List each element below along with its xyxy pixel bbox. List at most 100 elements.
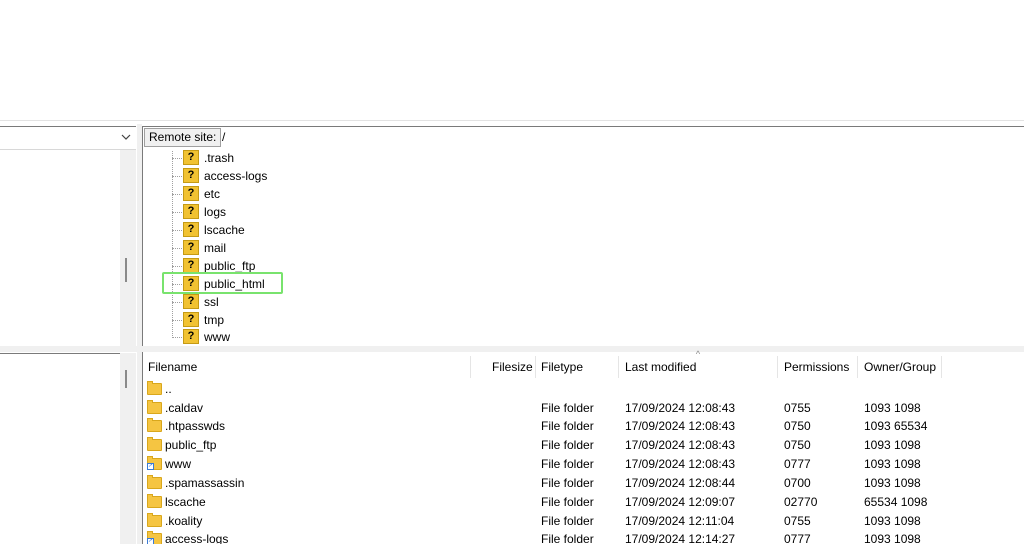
file-permissions: 0777	[784, 457, 811, 471]
file-name: access-logs	[165, 532, 229, 544]
file-row[interactable]: .caldav File folder 17/09/2024 12:08:43 …	[142, 399, 1024, 418]
tree-connector	[172, 248, 182, 249]
tree-item-label: lscache	[204, 223, 245, 237]
file-row[interactable]: ↗ www File folder 17/09/2024 12:08:43 07…	[142, 455, 1024, 474]
folder-icon	[147, 400, 162, 414]
remote-site-label: Remote site:	[144, 128, 222, 147]
file-row[interactable]: .spamassassin File folder 17/09/2024 12:…	[142, 474, 1024, 493]
file-owner: 1093 1098	[864, 438, 921, 452]
remote-site-path-input[interactable]: /	[222, 129, 1002, 145]
file-row[interactable]: lscache File folder 17/09/2024 12:09:07 …	[142, 493, 1024, 512]
file-row-parent[interactable]: ..	[142, 380, 1024, 399]
tree-connector	[172, 266, 182, 267]
file-permissions: 0750	[784, 438, 811, 452]
local-tree-scrollbar[interactable]	[120, 150, 136, 346]
file-modified: 17/09/2024 12:14:27	[625, 532, 736, 544]
file-owner: 65534 1098	[864, 495, 928, 509]
tree-item-label: tmp	[204, 313, 225, 327]
file-type: File folder	[541, 401, 594, 415]
tree-connector	[172, 151, 173, 338]
scrollbar-thumb[interactable]	[125, 370, 127, 388]
file-modified: 17/09/2024 12:08:43	[625, 457, 736, 471]
column-header-filesize[interactable]: Filesize	[492, 354, 533, 378]
local-directory-tree[interactable]	[0, 150, 120, 345]
unknown-folder-icon: ?	[183, 258, 199, 273]
unknown-folder-icon: ?	[183, 150, 199, 165]
file-name: .koality	[165, 514, 203, 528]
unknown-folder-icon: ?	[183, 222, 199, 237]
file-permissions: 0755	[784, 401, 811, 415]
file-owner: 1093 1098	[864, 514, 921, 528]
file-type: File folder	[541, 532, 594, 544]
scrollbar-thumb[interactable]	[125, 258, 127, 282]
file-owner: 1093 65534	[864, 419, 928, 433]
divider	[0, 120, 1024, 121]
column-divider[interactable]	[470, 356, 471, 378]
local-list-scrollbar[interactable]	[120, 353, 136, 544]
tree-item-label: mail	[204, 241, 227, 255]
highlight-annotation	[162, 272, 283, 294]
unknown-folder-icon: ?	[183, 204, 199, 219]
chevron-down-icon[interactable]	[118, 128, 134, 146]
file-owner: 1093 1098	[864, 532, 921, 544]
file-name: .caldav	[165, 401, 204, 415]
file-name: public_ftp	[165, 438, 217, 452]
column-divider[interactable]	[618, 356, 619, 378]
sort-ascending-icon: ^	[695, 349, 701, 359]
folder-icon	[147, 437, 162, 451]
folder-icon	[147, 494, 162, 508]
file-permissions: 0700	[784, 476, 811, 490]
folder-link-icon: ↗	[147, 531, 162, 544]
file-type: File folder	[541, 457, 594, 471]
file-permissions: 0755	[784, 514, 811, 528]
column-header-last-modified[interactable]: Last modified	[625, 354, 696, 378]
column-header-filename[interactable]: Filename	[148, 354, 197, 378]
column-header-permissions[interactable]: Permissions	[784, 354, 849, 378]
file-type: File folder	[541, 514, 594, 528]
column-divider[interactable]	[857, 356, 858, 378]
tree-item-label: .trash	[204, 151, 235, 165]
tree-connector	[172, 320, 182, 321]
file-name: lscache	[165, 495, 206, 509]
unknown-folder-icon: ?	[183, 168, 199, 183]
column-divider[interactable]	[535, 356, 536, 378]
file-row[interactable]: public_ftp File folder 17/09/2024 12:08:…	[142, 436, 1024, 455]
tree-connector	[172, 158, 182, 159]
file-permissions: 0750	[784, 419, 811, 433]
column-divider[interactable]	[941, 356, 942, 378]
column-divider[interactable]	[777, 356, 778, 378]
tree-item-label: access-logs	[204, 169, 268, 183]
column-header-filetype[interactable]: Filetype	[541, 354, 583, 378]
tree-connector	[172, 302, 182, 303]
unknown-folder-icon: ?	[183, 240, 199, 255]
local-site-path-input[interactable]	[0, 126, 136, 150]
tree-connector	[172, 230, 182, 231]
file-type: File folder	[541, 438, 594, 452]
local-file-list[interactable]	[0, 353, 120, 545]
remote-directory-tree[interactable]	[142, 148, 1024, 346]
tree-connector	[172, 337, 182, 338]
file-name: www	[165, 457, 191, 471]
tree-connector	[172, 212, 182, 213]
file-name: ..	[165, 382, 172, 396]
tree-item-label: logs	[204, 205, 227, 219]
folder-icon	[147, 381, 162, 395]
column-header-owner-group[interactable]: Owner/Group	[864, 354, 936, 378]
folder-icon	[147, 513, 162, 527]
unknown-folder-icon: ?	[183, 312, 199, 327]
file-type: File folder	[541, 476, 594, 490]
file-modified: 17/09/2024 12:11:04	[625, 514, 735, 528]
file-permissions: 02770	[784, 495, 818, 509]
folder-icon	[147, 418, 162, 432]
file-row[interactable]: .htpasswds File folder 17/09/2024 12:08:…	[142, 417, 1024, 436]
file-row[interactable]: ↗ access-logs File folder 17/09/2024 12:…	[142, 530, 1024, 544]
file-type: File folder	[541, 495, 594, 509]
file-permissions: 0777	[784, 532, 811, 544]
file-modified: 17/09/2024 12:08:44	[625, 476, 736, 490]
folder-icon	[147, 475, 162, 489]
folder-link-icon: ↗	[147, 456, 162, 470]
file-row[interactable]: .koality File folder 17/09/2024 12:11:04…	[142, 512, 1024, 531]
file-owner: 1093 1098	[864, 401, 921, 415]
tree-connector	[172, 194, 182, 195]
tree-connector	[172, 176, 182, 177]
